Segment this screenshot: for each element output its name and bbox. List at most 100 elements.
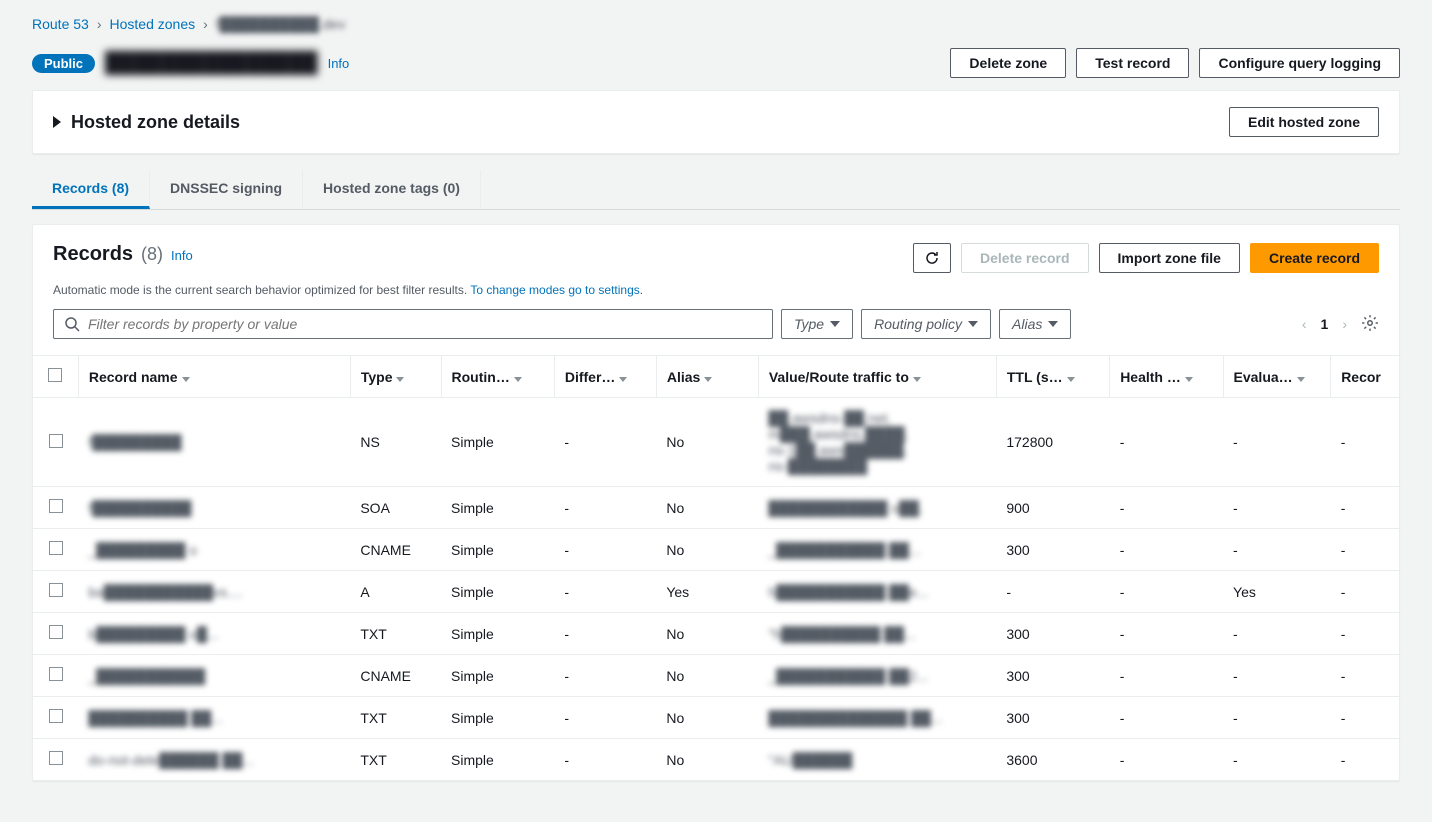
search-icon [64, 316, 80, 332]
breadcrumb-root[interactable]: Route 53 [32, 16, 89, 32]
cell-alias: Yes [656, 571, 758, 613]
cell-eval: - [1223, 655, 1331, 697]
cell-alias: No [656, 697, 758, 739]
zone-name: ███████████████ [105, 52, 318, 75]
cell-diff: - [554, 487, 656, 529]
row-checkbox[interactable] [49, 583, 63, 597]
routing-policy-filter[interactable]: Routing policy [861, 309, 991, 339]
next-page-button[interactable]: › [1342, 316, 1347, 332]
prev-page-button[interactable]: ‹ [1302, 316, 1307, 332]
breadcrumb-hosted-zones[interactable]: Hosted zones [110, 16, 196, 32]
col-header-eval[interactable]: Evalua… [1223, 356, 1331, 398]
cell-ttl: 300 [996, 655, 1109, 697]
type-filter[interactable]: Type [781, 309, 853, 339]
cell-ttl: 3600 [996, 739, 1109, 781]
cell-type: CNAME [350, 655, 441, 697]
cell-health: - [1110, 571, 1223, 613]
cell-health: - [1110, 739, 1223, 781]
row-checkbox[interactable] [49, 499, 63, 513]
cell-record-name: b█████████ o█... [78, 613, 350, 655]
refresh-icon [924, 250, 940, 266]
sort-icon [514, 377, 522, 382]
row-checkbox[interactable] [49, 625, 63, 639]
col-header-rec[interactable]: Recor [1331, 356, 1399, 398]
cell-type: NS [350, 398, 441, 487]
sort-icon [704, 377, 712, 382]
cell-value: ██████████████ ██... [758, 697, 996, 739]
table-row[interactable]: b█████████ o█...TXTSimple-No"h██████████… [33, 613, 1399, 655]
caret-down-icon [1048, 321, 1058, 327]
col-header-health[interactable]: Health … [1110, 356, 1223, 398]
row-checkbox[interactable] [49, 541, 63, 555]
cell-routing: Simple [441, 697, 554, 739]
alias-filter[interactable]: Alias [999, 309, 1071, 339]
records-title: Records [53, 243, 133, 266]
cell-eval: - [1223, 697, 1331, 739]
col-header-diff[interactable]: Differ… [554, 356, 656, 398]
sort-icon [619, 377, 627, 382]
change-modes-link[interactable]: To change modes go to settings. [470, 283, 643, 297]
records-subtitle: Automatic mode is the current search beh… [53, 283, 470, 297]
refresh-button[interactable] [913, 243, 951, 273]
breadcrumbs: Route 53 › Hosted zones › f██████████.de… [32, 16, 1400, 32]
cell-value: h███████████ ██e... [758, 571, 996, 613]
cell-type: A [350, 571, 441, 613]
cell-record-name: ba███████████vs.... [78, 571, 350, 613]
test-record-button[interactable]: Test record [1076, 48, 1189, 78]
row-checkbox[interactable] [49, 751, 63, 765]
table-row[interactable]: do-not-dele██████ ██...TXTSimple-No"AU██… [33, 739, 1399, 781]
col-header-alias[interactable]: Alias [656, 356, 758, 398]
row-checkbox[interactable] [49, 709, 63, 723]
hosted-zone-details-toggle[interactable]: Hosted zone details [53, 112, 240, 133]
cell-alias: No [656, 487, 758, 529]
cell-ttl: 172800 [996, 398, 1109, 487]
cell-ttl: 300 [996, 697, 1109, 739]
zone-info-link[interactable]: Info [328, 56, 350, 71]
cell-routing: Simple [441, 655, 554, 697]
cell-eval: - [1223, 739, 1331, 781]
cell-record-name: _███████████ [78, 655, 350, 697]
tabs: Records (8) DNSSEC signing Hosted zone t… [32, 170, 1400, 210]
edit-hosted-zone-button[interactable]: Edit hosted zone [1229, 107, 1379, 137]
records-table: Record name Type Routin… Differ… Alias V… [33, 356, 1399, 780]
search-input[interactable] [88, 316, 762, 332]
col-header-routing[interactable]: Routin… [441, 356, 554, 398]
cell-type: CNAME [350, 529, 441, 571]
row-checkbox[interactable] [49, 434, 63, 448]
tab-tags[interactable]: Hosted zone tags (0) [303, 170, 481, 209]
cell-rec: - [1331, 529, 1399, 571]
cell-eval: Yes [1223, 571, 1331, 613]
settings-button[interactable] [1361, 314, 1379, 335]
create-record-button[interactable]: Create record [1250, 243, 1379, 273]
table-row[interactable]: ba███████████vs....ASimple-Yesh█████████… [33, 571, 1399, 613]
cell-record-name: f█████████ [78, 398, 350, 487]
cell-health: - [1110, 529, 1223, 571]
table-row[interactable]: ██████████ ██...TXTSimple-No████████████… [33, 697, 1399, 739]
col-header-value[interactable]: Value/Route traffic to [758, 356, 996, 398]
search-box[interactable] [53, 309, 773, 339]
cell-type: TXT [350, 697, 441, 739]
col-header-type[interactable]: Type [350, 356, 441, 398]
cell-health: - [1110, 398, 1223, 487]
select-all-checkbox[interactable] [48, 368, 62, 382]
delete-zone-button[interactable]: Delete zone [950, 48, 1066, 78]
table-row[interactable]: _███████████CNAMESimple-No_███████████ █… [33, 655, 1399, 697]
sort-icon [913, 377, 921, 382]
records-info-link[interactable]: Info [171, 248, 193, 263]
caret-down-icon [968, 321, 978, 327]
table-row[interactable]: _█████████ oCNAMESimple-No_███████████ █… [33, 529, 1399, 571]
col-header-name[interactable]: Record name [78, 356, 350, 398]
cell-record-name: f██████████ [78, 487, 350, 529]
row-checkbox[interactable] [49, 667, 63, 681]
cell-routing: Simple [441, 613, 554, 655]
col-header-ttl[interactable]: TTL (s… [996, 356, 1109, 398]
hosted-zone-details-title: Hosted zone details [71, 112, 240, 133]
configure-query-logging-button[interactable]: Configure query logging [1199, 48, 1400, 78]
tab-dnssec[interactable]: DNSSEC signing [150, 170, 303, 209]
table-row[interactable]: f██████████SOASimple-No████████████ o██.… [33, 487, 1399, 529]
cell-ttl: 300 [996, 613, 1109, 655]
records-count: (8) [141, 244, 163, 265]
table-row[interactable]: f█████████NSSimple-No██.awsdns-██.net. m… [33, 398, 1399, 487]
tab-records[interactable]: Records (8) [32, 170, 150, 209]
import-zone-file-button[interactable]: Import zone file [1099, 243, 1240, 273]
